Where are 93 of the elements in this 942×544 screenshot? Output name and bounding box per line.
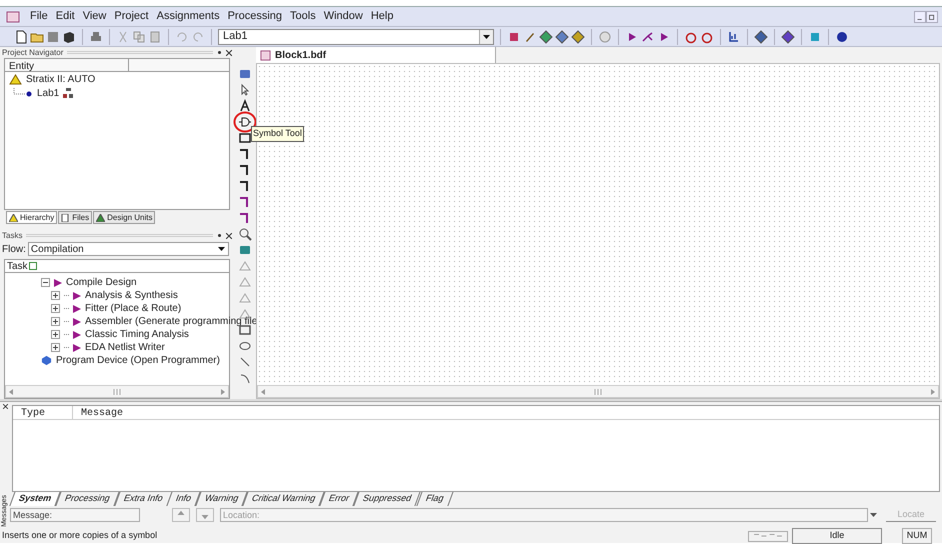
diamond-icon[interactable] [555, 30, 569, 44]
flow-dropdown[interactable]: Compilation [28, 242, 229, 256]
pin-icon[interactable] [217, 50, 222, 55]
new-file-icon[interactable] [14, 30, 28, 44]
pin-icon[interactable] [217, 233, 222, 238]
ellipse-icon[interactable] [238, 339, 252, 353]
window-icon[interactable] [238, 243, 252, 257]
task-label[interactable]: Compile Design [66, 275, 137, 290]
menu-item[interactable]: View [78, 8, 110, 25]
menu-item[interactable]: Assignments [152, 8, 224, 25]
close-icon[interactable] [226, 232, 232, 238]
close-icon[interactable] [226, 50, 232, 56]
play-icon [54, 278, 62, 286]
scroll-grip-icon[interactable] [113, 388, 121, 394]
status-text: Inserts one or more copies of a symbol [1, 529, 158, 542]
panel-title: Tasks [2, 230, 22, 242]
expand-toggle[interactable] [51, 317, 60, 326]
help-icon[interactable] [835, 30, 849, 44]
pencil-icon [96, 214, 106, 222]
scroll-grip-icon[interactable] [594, 388, 602, 394]
scroll-right-icon[interactable] [931, 388, 935, 394]
dropdown-arrow-icon[interactable] [870, 513, 877, 517]
message-tab[interactable]: System [10, 492, 60, 506]
menu-item[interactable]: Window [320, 8, 367, 25]
message-tab[interactable]: Suppressed [354, 492, 421, 506]
hierarchy-icon [63, 88, 74, 98]
dropdown-arrow-icon [218, 247, 225, 251]
checklist-icon [28, 262, 37, 270]
expand-toggle[interactable] [51, 330, 60, 339]
tree-item-label[interactable]: Stratix II: AUTO [26, 72, 96, 86]
collapse-toggle[interactable] [41, 278, 50, 287]
message-field[interactable]: Message: [10, 508, 140, 522]
task-label[interactable]: Fitter (Place & Route) [85, 301, 182, 316]
horizontal-scrollbar[interactable] [257, 385, 939, 398]
menu-item[interactable]: File [26, 8, 52, 25]
document-icon [61, 214, 70, 222]
location-field[interactable]: Location: [220, 508, 868, 522]
panel-tab[interactable]: Hierarchy [6, 211, 58, 224]
expand-toggle[interactable] [51, 343, 60, 352]
message-tab[interactable]: Flag [416, 492, 452, 506]
menu-item[interactable]: Tools [286, 8, 320, 25]
tree-item-label[interactable]: Lab1 [37, 86, 60, 100]
minimize-icon[interactable] [914, 10, 926, 22]
message-tab[interactable]: Extra Info [114, 492, 172, 506]
chart-icon[interactable] [727, 30, 741, 44]
panel-tab[interactable]: Design Units [93, 211, 156, 224]
message-tab[interactable]: Critical Warning [242, 492, 325, 506]
scroll-right-icon[interactable] [221, 388, 225, 394]
app-icon[interactable] [6, 10, 20, 24]
num-lock-indicator: NUM [902, 528, 932, 544]
program-device-icon [41, 355, 52, 366]
mode-icon [748, 530, 788, 542]
expand-toggle[interactable] [51, 304, 60, 313]
restore-icon[interactable] [926, 10, 938, 22]
menu-item[interactable]: Project [110, 8, 153, 25]
project-dropdown[interactable]: Lab1 [218, 28, 494, 44]
column-header[interactable]: Type [13, 406, 73, 419]
dropdown-arrow-icon [483, 34, 490, 38]
diamond-icon[interactable] [571, 30, 585, 44]
diamond-icon[interactable] [539, 30, 553, 44]
flow-label: Flow: [2, 242, 26, 256]
window-icon[interactable] [238, 67, 252, 81]
horizontal-scrollbar[interactable] [5, 385, 229, 398]
column-header[interactable]: Message [73, 406, 132, 419]
task-label[interactable]: Classic Timing Analysis [85, 327, 189, 342]
printer-icon[interactable] [89, 30, 103, 44]
panel-title: Project Navigator [2, 46, 64, 58]
document-icon [260, 50, 271, 60]
gate-icon[interactable] [238, 115, 252, 129]
task-label[interactable]: Analysis & Synthesis [85, 288, 178, 303]
message-tab[interactable]: Error [320, 492, 359, 506]
text-icon[interactable] [238, 99, 252, 113]
rectangle-icon[interactable] [238, 131, 252, 145]
tree-connector-icon [13, 88, 33, 98]
warning-icon [9, 214, 18, 222]
menu-item[interactable]: Help [366, 8, 398, 25]
menu-item[interactable]: Processing [224, 8, 286, 25]
panel-tab[interactable]: Files [58, 211, 92, 224]
task-label[interactable]: Program Device (Open Programmer) [56, 353, 220, 368]
message-tab[interactable]: Warning [196, 492, 248, 506]
status-state: Idle [792, 528, 882, 544]
expand-toggle[interactable] [51, 291, 60, 300]
close-icon[interactable] [2, 404, 8, 409]
message-tab[interactable]: Processing [56, 492, 120, 506]
menu-item[interactable]: Edit [52, 8, 79, 25]
column-header[interactable]: Task [7, 258, 28, 274]
scroll-left-icon[interactable] [9, 388, 13, 394]
zoom-icon[interactable] [238, 227, 252, 241]
line-icon[interactable] [238, 355, 252, 369]
tooltip: Symbol Tool [251, 126, 304, 142]
task-label[interactable]: EDA Netlist Writer [85, 340, 165, 355]
editor-tab[interactable]: Block1.bdf [256, 47, 496, 63]
scroll-left-icon[interactable] [261, 388, 265, 394]
